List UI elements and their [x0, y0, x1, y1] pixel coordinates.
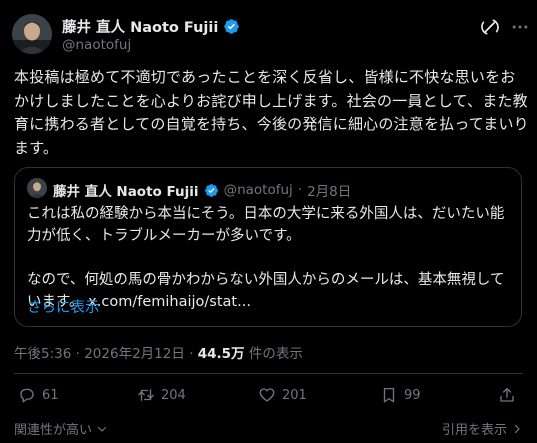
- reply-count: 61: [42, 387, 59, 403]
- repost-button[interactable]: 204: [137, 386, 186, 404]
- sort-label: 関連性が高い: [14, 423, 93, 438]
- views-label: 件の表示: [248, 346, 303, 362]
- chevron-right-icon: [514, 424, 520, 433]
- post-text: 本投稿は極めて不適切であったことを深く反省し、皆様に不快な思いをおかけしましたこ…: [14, 68, 529, 157]
- view-quotes-label: 引用を表示: [441, 423, 507, 438]
- verified-badge-icon: [224, 19, 240, 34]
- quoted-paragraph-1: これは私の経験から本当にそう。日本の大学に来る外国人は、だいたい能力が低く、トラ…: [27, 206, 505, 244]
- like-count: 201: [282, 387, 307, 403]
- heart-icon: [259, 388, 275, 402]
- bookmark-button[interactable]: 99: [380, 386, 421, 404]
- quoted-handle: @naotofuj: [223, 182, 293, 198]
- quoted-separator: ·: [297, 182, 303, 198]
- divider: [14, 373, 523, 374]
- view-quotes-link[interactable]: 引用を表示: [442, 419, 523, 438]
- quoted-display-name: 藤井 直人 Naoto Fujii: [53, 184, 199, 200]
- show-more-link[interactable]: さらに表示: [27, 296, 100, 317]
- quoted-link[interactable]: x.com/femihaijo/stat...: [88, 294, 251, 310]
- meta-separator: ·: [189, 346, 194, 362]
- views-count: 44.5万: [197, 346, 245, 362]
- author-name-row[interactable]: 藤井 直人 Naoto Fujii: [62, 16, 240, 37]
- action-bar: 61 204 201 99: [0, 386, 537, 412]
- reply-icon: [20, 388, 34, 403]
- quoted-paragraph-gap: [27, 247, 517, 269]
- quoted-avatar: [27, 178, 47, 198]
- quoted-post[interactable]: 藤井 直人 Naoto Fujii @naotofuj · 2月8日 これは私の…: [14, 167, 522, 327]
- share-icon: [500, 387, 514, 402]
- bookmark-count: 99: [404, 387, 421, 403]
- avatar-photo: [12, 14, 52, 54]
- author-display-name[interactable]: 藤井 直人 Naoto Fujii: [62, 16, 218, 37]
- repost-icon: [138, 389, 154, 401]
- like-button[interactable]: 201: [258, 386, 307, 404]
- post: 藤井 直人 Naoto Fujii @naotofuj 本投稿は極めて不適切であ…: [0, 0, 537, 443]
- post-date[interactable]: 2026年2月12日: [84, 346, 185, 362]
- avatar[interactable]: [12, 14, 52, 54]
- author-handle[interactable]: @naotofuj: [62, 37, 131, 53]
- quoted-text: これは私の経験から本当にそう。日本の大学に来る外国人は、だいたい能力が低く、トラ…: [27, 203, 517, 313]
- chevron-down-icon: [97, 426, 107, 432]
- post-time[interactable]: 午後5:36: [14, 346, 71, 362]
- sort-dropdown[interactable]: 関連性が高い: [14, 419, 108, 438]
- share-button[interactable]: [498, 386, 516, 404]
- post-meta: 午後5:36 · 2026年2月12日 · 44.5万 件の表示: [14, 342, 303, 362]
- meta-separator: ·: [75, 346, 80, 362]
- more-options-icon[interactable]: [510, 17, 530, 37]
- grok-icon[interactable]: [480, 17, 500, 37]
- quoted-verified-badge-icon: [204, 183, 218, 197]
- quoted-date: 2月8日: [307, 184, 352, 200]
- quoted-header: 藤井 直人 Naoto Fujii @naotofuj · 2月8日: [53, 180, 351, 200]
- bookmark-icon: [383, 387, 395, 403]
- replies-footer: 関連性が高い 引用を表示: [0, 417, 537, 439]
- repost-count: 204: [161, 387, 186, 403]
- quoted-avatar-photo: [27, 178, 47, 198]
- reply-button[interactable]: 61: [18, 386, 59, 404]
